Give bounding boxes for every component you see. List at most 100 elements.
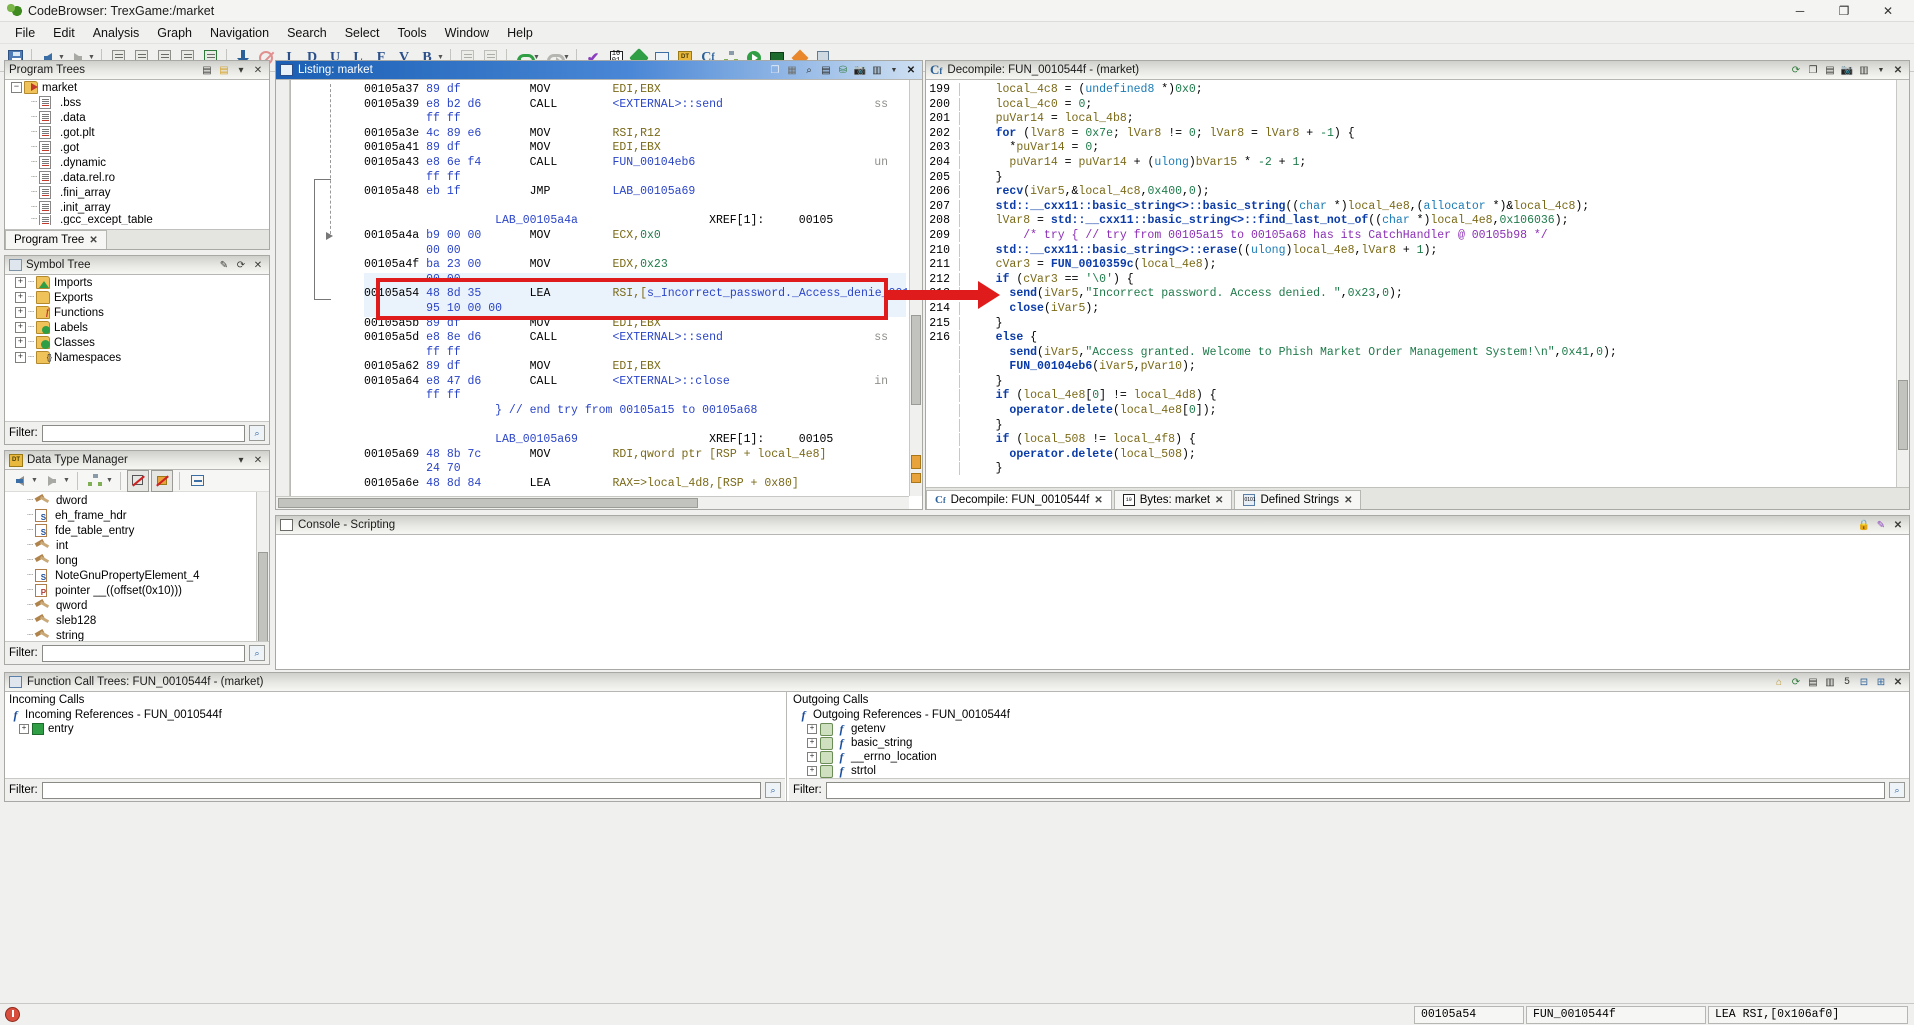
expand-toggle-icon[interactable]: + [807, 724, 817, 734]
tab-decompile[interactable]: Cf Decompile: FUN_0010544f ✕ [926, 490, 1112, 509]
minimize-icon[interactable]: ─ [1778, 0, 1822, 21]
expand-toggle-icon[interactable]: − [11, 82, 22, 93]
decompiler-line[interactable]: 215 } [926, 317, 1895, 332]
decompiler-line[interactable]: operator.delete(local_4e8[0]); [926, 404, 1895, 419]
filter-input[interactable] [42, 782, 761, 799]
outgoing-item-getenv[interactable]: + f getenv [789, 722, 1909, 736]
listing-row[interactable]: 00 00 [364, 244, 906, 259]
listing-row[interactable]: 00105a41 89 df MOV EDI,EBX [364, 141, 906, 156]
decompiler-line[interactable]: 208 lVar8 = std::__cxx11::basic_string<>… [926, 214, 1895, 229]
snapshot-icon[interactable]: 📷 [853, 63, 867, 77]
expand-toggle-icon[interactable]: + [15, 337, 26, 348]
program-tree-item-gotplt[interactable]: ┈ .got.plt [5, 125, 269, 140]
list-item[interactable]: ┈ eh_frame_hdr [5, 508, 269, 523]
incoming-item-entry[interactable]: + entry [5, 722, 785, 736]
incoming-root-row[interactable]: f Incoming References - FUN_0010544f [5, 708, 785, 722]
collapse-icon[interactable]: ▾ [234, 63, 248, 77]
listing-row[interactable]: ff ff [364, 112, 906, 127]
listing-row[interactable]: 00105a43 e8 6e f4 CALL FUN_00104eb6 [364, 156, 906, 171]
program-tree-item-bss[interactable]: ┈ .bss [5, 95, 269, 110]
close-icon[interactable]: ✕ [1344, 495, 1352, 506]
listing-row[interactable]: 00105a4a b9 00 00 MOV ECX,0x0 [364, 229, 906, 244]
listing-row[interactable]: 00105a62 89 df MOV EDI,EBX [364, 360, 906, 375]
close-icon[interactable]: ✕ [251, 258, 265, 272]
copy-icon[interactable]: ❐ [1806, 63, 1820, 77]
filter-input[interactable] [826, 782, 1885, 799]
export-icon[interactable]: ▤ [1823, 63, 1837, 77]
list-item[interactable]: ┈ qword [5, 598, 269, 613]
menu-item-navigation[interactable]: Navigation [201, 24, 278, 42]
no-arrays-icon[interactable] [151, 470, 173, 492]
diff-view-icon[interactable]: ▤ [819, 63, 833, 77]
list-item[interactable]: ┈ pointer __((offset(0x10))) [5, 583, 269, 598]
expand-toggle-icon[interactable]: + [807, 752, 817, 762]
expand-toggle-icon[interactable]: + [15, 277, 26, 288]
list-item[interactable]: ┈ string [5, 628, 269, 641]
close-icon[interactable]: ✕ [904, 63, 918, 77]
listing-row[interactable]: 95 10 00 00 [364, 302, 906, 317]
listing-row[interactable]: ff ff [364, 171, 906, 186]
snapshot-icon[interactable]: 📷 [1840, 63, 1854, 77]
listing-row[interactable]: 24 70 [364, 462, 906, 477]
sidebar-item-functions[interactable]: + ┈ Functions [5, 305, 269, 320]
listing-row[interactable]: 00105a69 48 8b 7c MOV RDI,qword ptr [RSP… [364, 448, 906, 463]
close-icon[interactable]: ✕ [1094, 495, 1102, 506]
decompiler-line[interactable]: } [926, 419, 1895, 434]
close-icon[interactable]: ✕ [1891, 675, 1905, 689]
decompiler-line[interactable]: 209 /* try { // try from 00105a15 to 001… [926, 229, 1895, 244]
filter-dropdown-caret-icon[interactable]: ▼ [105, 477, 114, 484]
menu-icon[interactable]: ▾ [234, 453, 248, 467]
list-item[interactable]: ┈ dword [5, 493, 269, 508]
scrollbar-thumb[interactable] [258, 552, 268, 641]
program-tree-item-data[interactable]: ┈ .data [5, 110, 269, 125]
menu-item-tools[interactable]: Tools [388, 24, 435, 42]
decompiler-line[interactable]: 206 recv(iVar5,&local_4c8,0x400,0); [926, 185, 1895, 200]
expand-toggle-icon[interactable]: + [15, 307, 26, 318]
forward-dropdown-caret-icon[interactable]: ▼ [62, 477, 71, 484]
filter-options-icon[interactable]: ⌕ [249, 425, 265, 441]
menu-item-search[interactable]: Search [278, 24, 336, 42]
decompiler-line[interactable]: } [926, 375, 1895, 390]
decompiler-line[interactable]: 201 puVar14 = local_4b8; [926, 112, 1895, 127]
listing-hscrollbar[interactable] [276, 496, 909, 509]
decompiler-scrollbar[interactable] [1896, 80, 1909, 487]
back-arrow-icon[interactable] [9, 470, 31, 492]
list-item[interactable]: ┈ sleb128 [5, 613, 269, 628]
sidebar-item-namespaces[interactable]: + ┈ Namespaces [5, 350, 269, 365]
listing-row[interactable]: ff ff [364, 389, 906, 404]
list-item[interactable]: ┈ fde_table_entry [5, 523, 269, 538]
sidebar-item-exports[interactable]: + ┈ Exports [5, 290, 269, 305]
tab-program-tree[interactable]: Program Tree ✕ [5, 230, 107, 249]
display-options-icon[interactable]: ▥ [870, 63, 884, 77]
listing-row[interactable]: 00105a3e 4c 89 e6 MOV RSI,R12 [364, 127, 906, 142]
menu-item-select[interactable]: Select [336, 24, 389, 42]
filter-options-icon[interactable]: ⌕ [765, 782, 781, 798]
listing-row[interactable]: 00105a64 e8 47 d6 CALL <EXTERNAL>::close [364, 375, 906, 390]
close-icon[interactable]: ✕ [251, 453, 265, 467]
decompiler-line[interactable]: 210 std::__cxx11::basic_string<>::erase(… [926, 244, 1895, 259]
paste-icon[interactable]: ▦ [785, 63, 799, 77]
decompiler-line[interactable]: 213 send(iVar5,"Incorrect password. Acce… [926, 287, 1895, 302]
close-icon[interactable]: ✕ [1891, 63, 1905, 77]
collapse-all-icon[interactable] [186, 470, 208, 492]
listing-row[interactable]: 00105a5b 89 df MOV EDI,EBX [364, 317, 906, 332]
open-folder-icon[interactable]: ▤ [217, 63, 231, 77]
listing-row[interactable]: 00105a48 eb 1f JMP LAB_00105a69 [364, 185, 906, 200]
listing-row[interactable]: 00 00 [364, 273, 906, 288]
sidebar-item-labels[interactable]: + ┈ Labels [5, 320, 269, 335]
scrollbar-thumb[interactable] [911, 315, 921, 405]
decompiler-line[interactable]: 214 close(iVar5); [926, 302, 1895, 317]
decompiler-line[interactable]: 202 for (lVar8 = 0x7e; lVar8 != 0; lVar8… [926, 127, 1895, 142]
sidebar-item-classes[interactable]: + ┈ Classes [5, 335, 269, 350]
home-icon[interactable]: ⌂ [1772, 675, 1786, 689]
call-trees-divider[interactable] [786, 692, 787, 801]
listing-row[interactable]: 00105a6e 48 8d 84 LEA RAX=>local_4d8,[RS… [364, 477, 906, 492]
tree-filter-icon[interactable] [84, 470, 106, 492]
close-icon[interactable]: ✕ [1891, 518, 1905, 532]
outgoing-item-errno-location[interactable]: + f __errno_location [789, 750, 1909, 764]
expand-toggle-icon[interactable]: + [15, 352, 26, 363]
close-icon[interactable]: ✕ [251, 63, 265, 77]
lock-icon[interactable]: 🔒 [1857, 518, 1871, 532]
expand-icon[interactable]: ⊞ [1874, 675, 1888, 689]
function-graph-icon[interactable]: ⛁ [836, 63, 850, 77]
